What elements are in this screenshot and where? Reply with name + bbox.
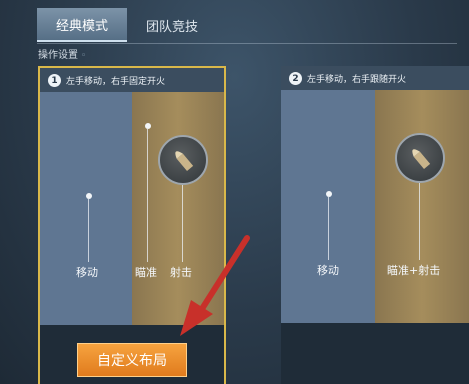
aim-anchor-dot [145, 123, 151, 129]
custom-layout-button[interactable]: 自定义布局 [77, 343, 187, 377]
aim-label: 瞄准 [135, 266, 157, 279]
move-label: 移动 [317, 264, 339, 277]
move-guide-line [88, 199, 89, 262]
scheme-footer [281, 323, 469, 384]
scheme-card-2[interactable]: 2 左手移动，右手跟随开火 移动 瞄准+射击 [281, 66, 469, 384]
move-zone: 移动 [40, 92, 132, 325]
tab-team-deathmatch[interactable]: 团队竞技 [127, 8, 217, 42]
section-title: 操作设置 ◦ [38, 46, 86, 61]
move-anchor-dot [326, 191, 332, 197]
scheme-number-badge: 2 [289, 72, 302, 85]
bullet-icon [175, 151, 194, 171]
aim-fire-guide-line [419, 183, 420, 260]
move-anchor-dot [86, 193, 92, 199]
aim-fire-label: 瞄准+射击 [387, 264, 441, 277]
move-guide-line [328, 197, 329, 260]
tab-classic-mode[interactable]: 经典模式 [37, 8, 127, 42]
scheme-card-1[interactable]: 1 左手移动，右手固定开火 移动 瞄准 射击 [38, 66, 226, 384]
move-zone: 移动 [281, 90, 375, 323]
fire-button [158, 135, 208, 185]
tab-divider [37, 43, 457, 44]
scheme-title: 左手移动，右手跟随开火 [307, 74, 407, 85]
aim-fire-button [395, 133, 445, 183]
aim-fire-zone: 瞄准 射击 [132, 92, 224, 325]
fire-label: 射击 [170, 266, 192, 279]
section-marker: ◦ [81, 51, 87, 61]
fire-guide-line [182, 185, 183, 262]
scheme-number-badge: 1 [48, 74, 61, 87]
aim-fire-zone: 瞄准+射击 [375, 90, 469, 323]
bullet-icon [412, 149, 431, 169]
mode-tabs: 经典模式 团队竞技 [37, 8, 217, 42]
aim-guide-line [147, 129, 148, 262]
section-title-label: 操作设置 [38, 50, 78, 61]
scheme-title: 左手移动，右手固定开火 [66, 76, 166, 87]
scheme-header: 2 左手移动，右手跟随开火 [281, 66, 469, 90]
scheme-header: 1 左手移动，右手固定开火 [40, 68, 224, 92]
move-label: 移动 [76, 266, 98, 279]
